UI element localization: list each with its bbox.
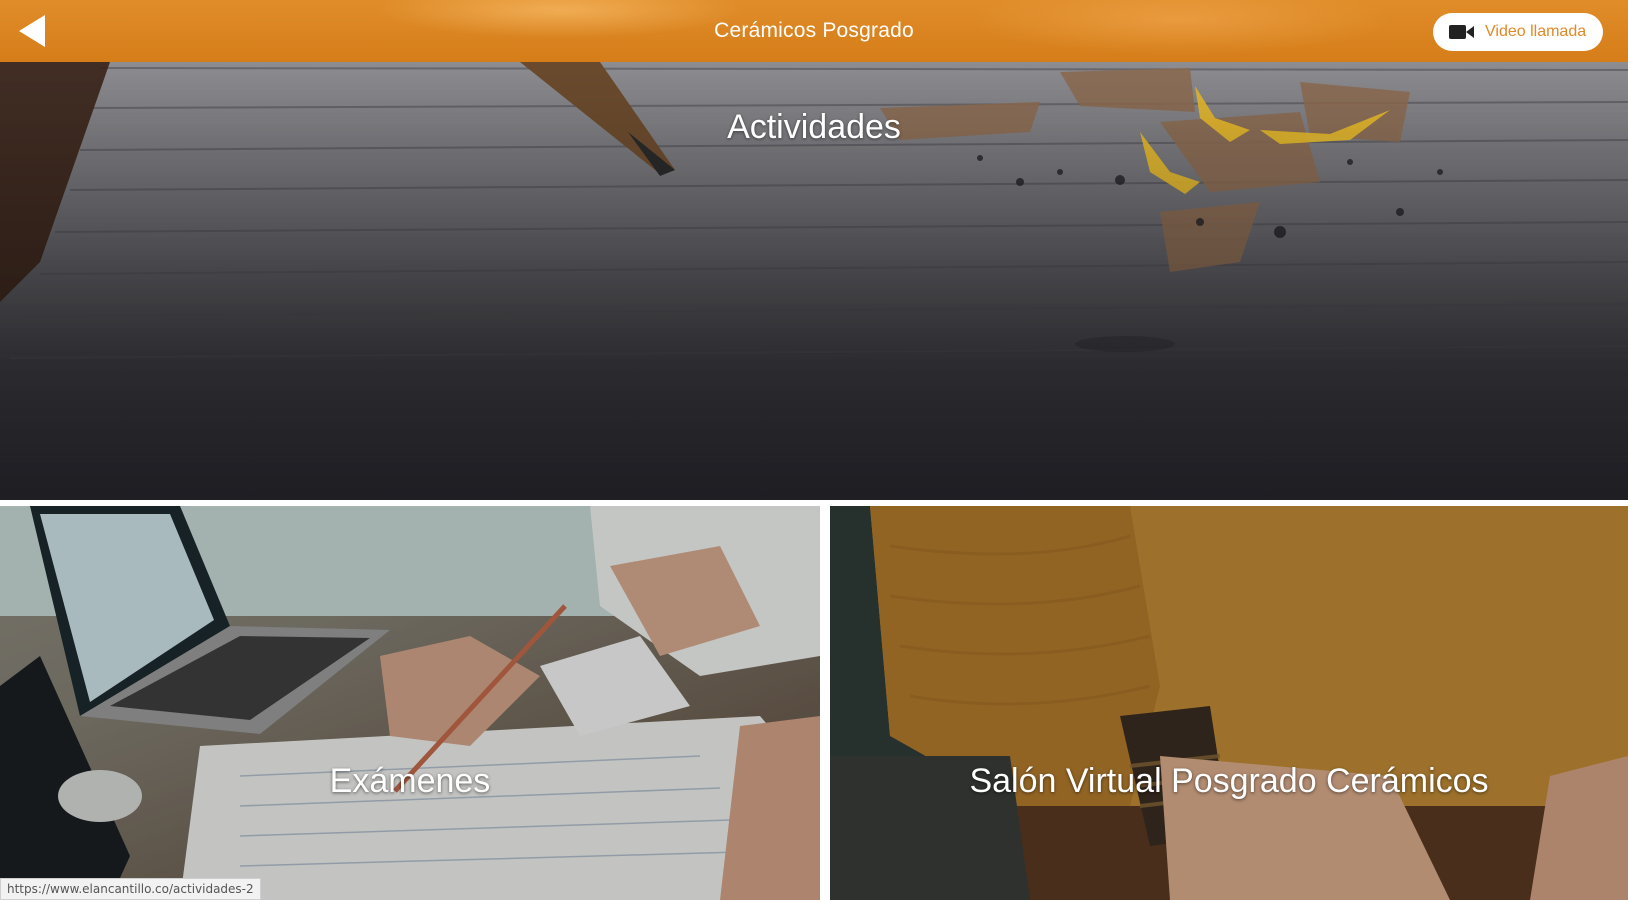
virtual-room-card[interactable]: Salón Virtual Posgrado Cerámicos (830, 506, 1628, 900)
app-header: Cerámicos Posgrado Video llamada (0, 0, 1628, 62)
page-title: Cerámicos Posgrado (714, 19, 914, 42)
tile-divider (820, 506, 830, 900)
exams-label: Exámenes (329, 762, 491, 800)
video-call-button[interactable]: Video llamada (1433, 13, 1603, 51)
link-status-url: https://www.elancantillo.co/actividades-… (0, 878, 261, 900)
exams-card[interactable]: Exámenes (0, 506, 820, 900)
activities-card[interactable]: Actividades (0, 62, 1628, 500)
video-camera-icon (1449, 25, 1474, 39)
activities-label: Actividades (727, 108, 901, 146)
video-call-label: Video llamada (1485, 23, 1587, 40)
virtual-room-label: Salón Virtual Posgrado Cerámicos (969, 762, 1489, 800)
virtual-room-overlay (830, 506, 1628, 900)
exams-overlay (0, 506, 820, 900)
